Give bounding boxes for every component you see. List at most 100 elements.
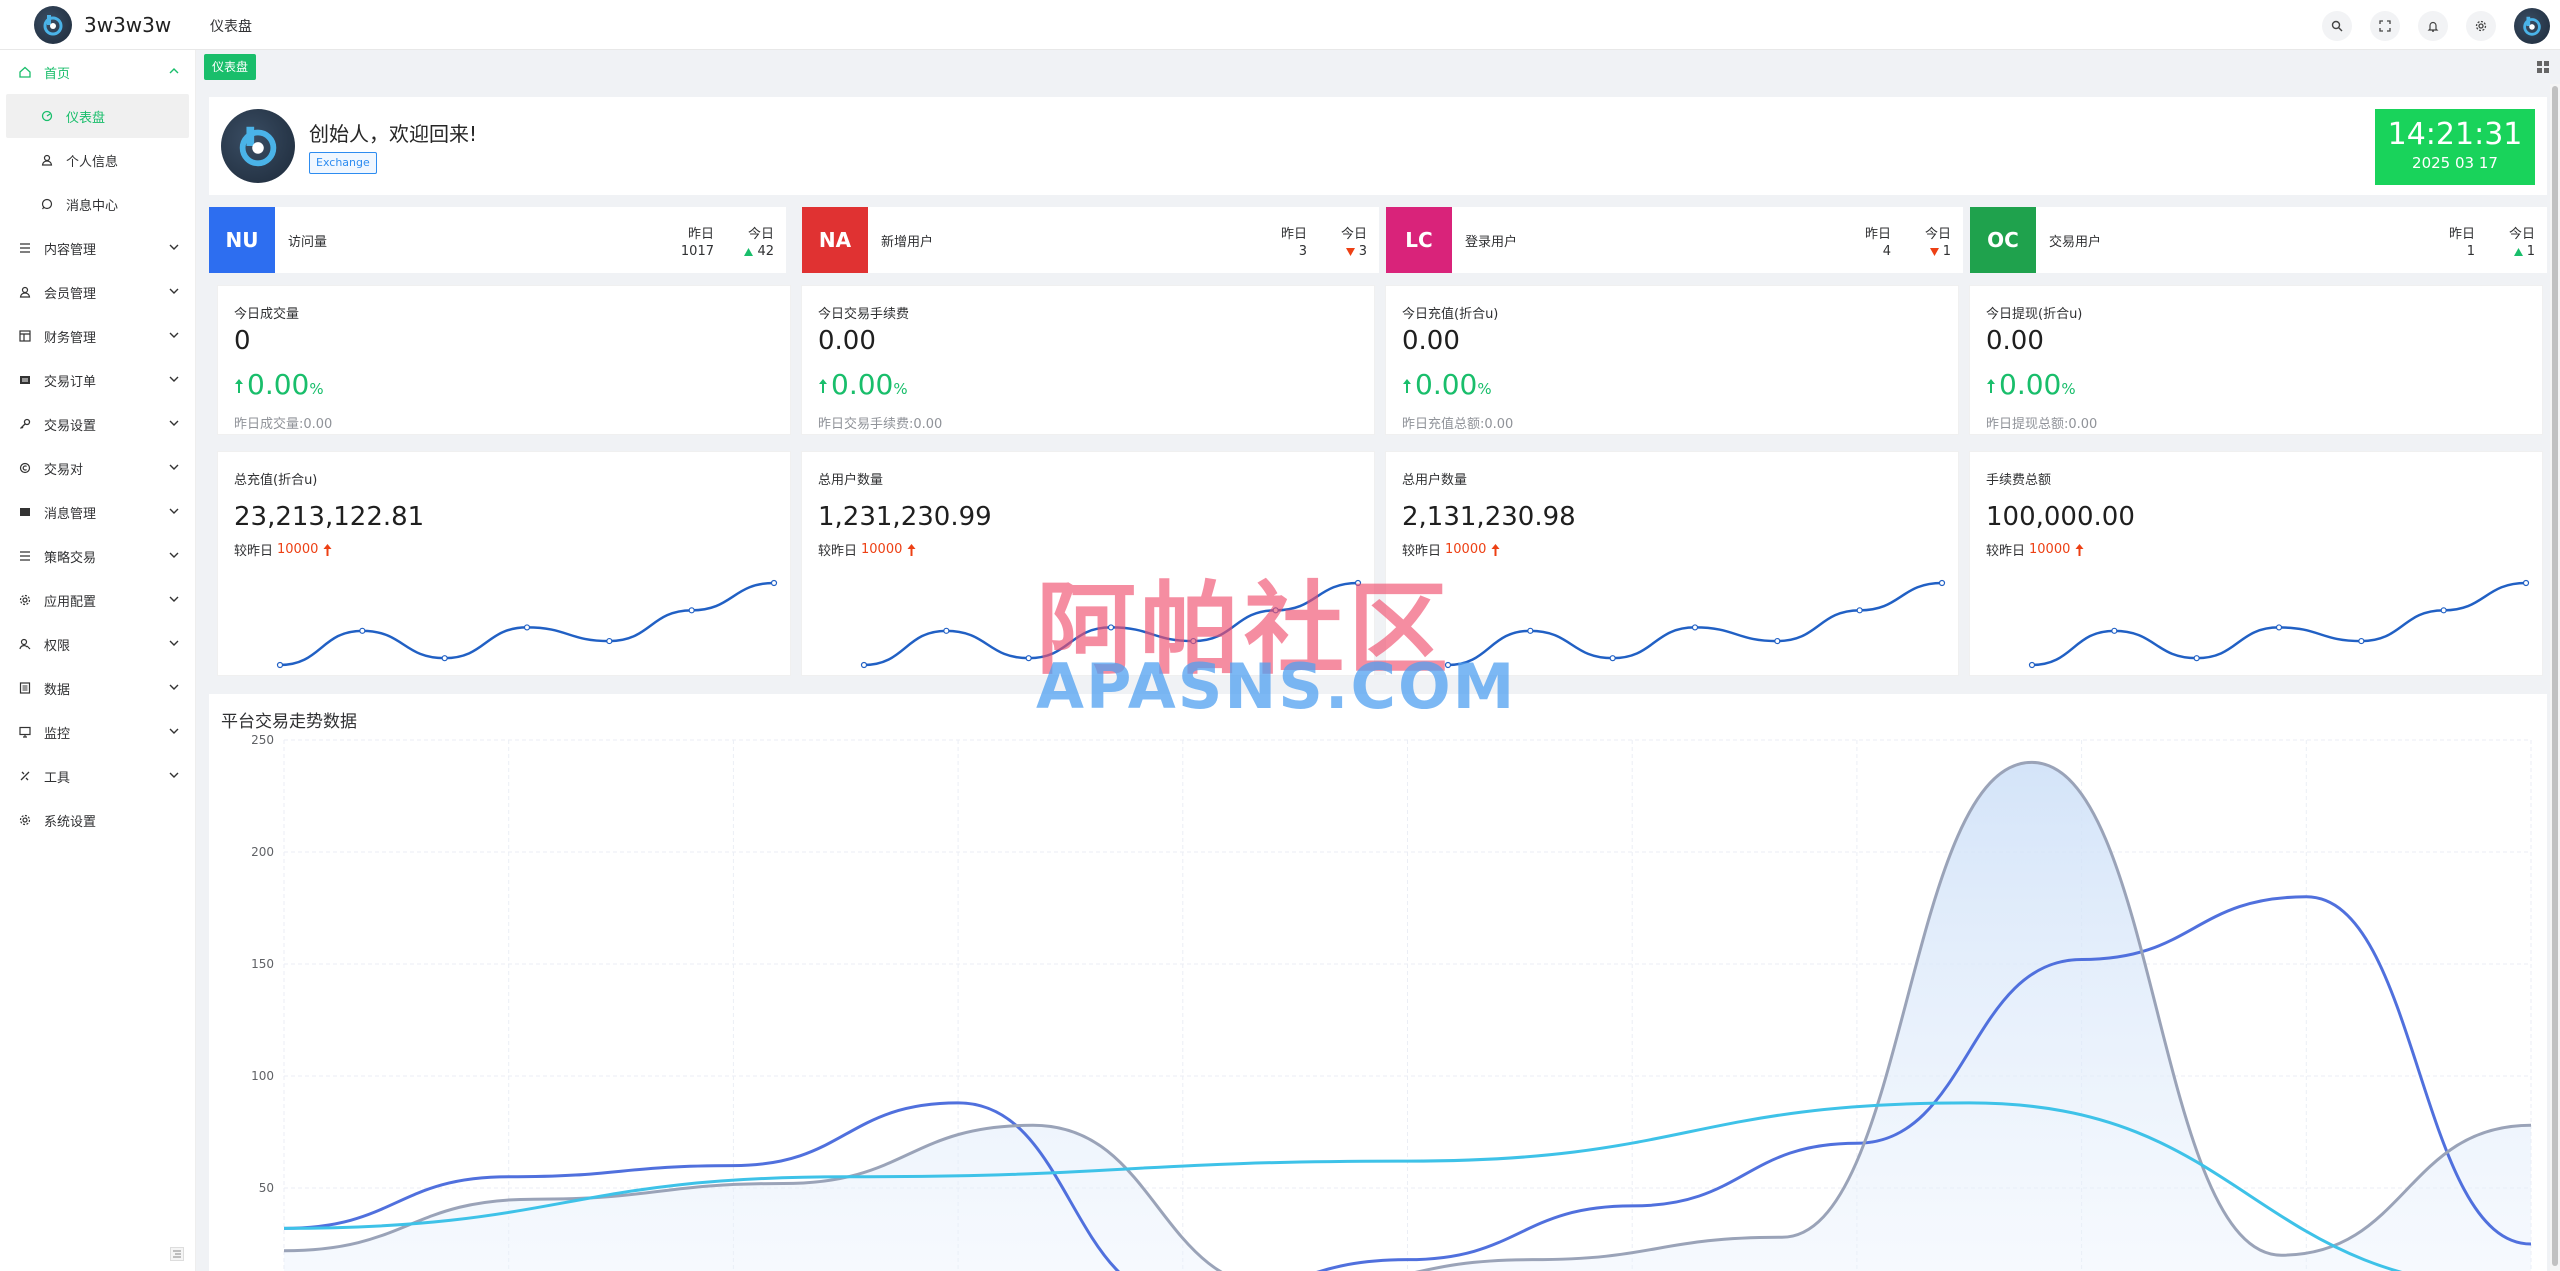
- chevron-down-icon: [169, 728, 179, 734]
- sidebar-item-app-config[interactable]: 应用配置: [0, 578, 195, 622]
- sidebar-item-label: 消息管理: [44, 506, 97, 522]
- metric-percent: 0.00%: [818, 368, 908, 401]
- sidebar-item-label: 系统设置: [44, 814, 97, 830]
- sidebar-item-label: 交易订单: [44, 374, 97, 390]
- tag-dashboard[interactable]: 仪表盘: [204, 54, 257, 80]
- metric-percent-unit: %: [309, 380, 324, 398]
- stat-yesterday-label: 昨日: [1864, 227, 1891, 242]
- sidebar-item-permissions[interactable]: 权限: [0, 622, 195, 666]
- sidebar-item-profile[interactable]: 个人信息: [0, 138, 195, 182]
- clock-panel: 14:21:31 2025 03 17: [2375, 109, 2535, 185]
- sidebar-item-dashboard[interactable]: 仪表盘: [6, 94, 189, 138]
- sidebar-item-trading-pairs[interactable]: 交易对: [0, 446, 195, 490]
- stat-yesterday-label: 昨日: [687, 227, 714, 242]
- sidebar-item-label: 工具: [44, 770, 71, 786]
- list-icon: [18, 549, 32, 563]
- chevron-down-icon: [169, 420, 179, 426]
- stat-today: 1: [1929, 244, 1951, 259]
- stat-yesterday-value: 3: [1298, 244, 1307, 259]
- sparkline-point: [770, 579, 778, 587]
- sidebar-item-messages[interactable]: 消息中心: [0, 182, 195, 226]
- chevron-down-icon: [169, 552, 179, 558]
- metric-compare-label: 较昨日: [234, 544, 274, 559]
- stat-today-value: 1: [2526, 244, 2535, 259]
- trend-chart: 250 200 150 100 50: [251, 733, 2532, 1271]
- sidebar-item-monitor[interactable]: 监控: [0, 710, 195, 754]
- trend-up-icon: [2513, 247, 2523, 256]
- sparkline-point: [1774, 637, 1781, 645]
- grid-icon[interactable]: [2536, 60, 2550, 74]
- arrow-up-icon: [907, 543, 916, 556]
- metric-label: 今日充值(折合u): [1402, 307, 1499, 322]
- sparkline-series: [2031, 581, 2527, 667]
- sidebar-item-label: 首页: [44, 66, 71, 82]
- sidebar-item-members[interactable]: 会员管理: [0, 270, 195, 314]
- tags-bar: 仪表盘: [200, 52, 2556, 84]
- sidebar-item-label: 交易设置: [44, 418, 97, 434]
- arrow-up-icon: [819, 379, 827, 393]
- sidebar-item-finance[interactable]: 财务管理: [0, 314, 195, 358]
- sidebar-item-strategy[interactable]: 策略交易: [0, 534, 195, 578]
- sidebar-item-label: 数据: [44, 682, 71, 698]
- chevron-down-icon: [169, 772, 179, 778]
- metric-percent-value: 0.00: [1415, 368, 1478, 401]
- chevron-down-icon: [169, 288, 179, 294]
- metric-card: 今日提现(折合u) 0.00 0.00% 昨日提现总额:0.00: [1969, 285, 2543, 435]
- stat-today-label: 今日: [1340, 227, 1367, 242]
- arrow-up-icon: [1491, 543, 1500, 556]
- avatar: [221, 109, 295, 183]
- scrollbar-thumb[interactable]: [2552, 86, 2558, 1266]
- chevron-down-icon: [169, 596, 179, 602]
- search-icon[interactable]: [2322, 11, 2352, 41]
- settings-icon[interactable]: [2466, 11, 2496, 41]
- sidebar-item-trade-settings[interactable]: 交易设置: [0, 402, 195, 446]
- stat-today-label: 今日: [1924, 227, 1951, 242]
- collapse-sidebar-icon[interactable]: [170, 1247, 184, 1261]
- chevron-down-icon: [169, 464, 179, 470]
- logo[interactable]: 3w3w3w: [0, 5, 200, 44]
- bell-icon[interactable]: [2418, 11, 2448, 41]
- sidebar-item-content[interactable]: 内容管理: [0, 226, 195, 270]
- metric-card: 今日充值(折合u) 0.00 0.00% 昨日充值总额:0.00: [1385, 285, 1959, 435]
- sidebar-item-system-settings[interactable]: 系统设置: [0, 798, 195, 842]
- clock-time: 14:21:31: [2387, 117, 2523, 152]
- metric-percent: 0.00%: [234, 368, 324, 401]
- stat-today-value: 3: [1358, 244, 1367, 259]
- sidebar-item-tools[interactable]: 工具: [0, 754, 195, 798]
- sparkline-point: [1691, 624, 1699, 631]
- metric-card: 今日交易手续费 0.00 0.00% 昨日交易手续费:0.00: [801, 285, 1375, 435]
- sidebar-item-label: 会员管理: [44, 286, 97, 302]
- finance-icon: [18, 329, 32, 343]
- metric-label: 今日交易手续费: [818, 307, 910, 322]
- stat-today: 42: [744, 244, 774, 259]
- metric-compare: 较昨日 10000: [234, 540, 332, 559]
- message-icon: [40, 197, 54, 211]
- scrollbar[interactable]: [2550, 84, 2560, 1271]
- avatar[interactable]: [2514, 8, 2550, 44]
- monitor-icon: [18, 725, 32, 739]
- role-badge: Exchange: [309, 152, 377, 174]
- sidebar-item-orders[interactable]: 交易订单: [0, 358, 195, 402]
- metric-compare-value: 10000: [277, 542, 319, 557]
- sidebar-item-data[interactable]: 数据: [0, 666, 195, 710]
- stat-yesterday-value: 1: [2466, 244, 2475, 259]
- sparkline-chart: [2028, 579, 2530, 669]
- metric-compare: 较昨日 10000: [818, 540, 916, 559]
- metric-label: 今日提现(折合u): [1986, 307, 2083, 322]
- mail-icon: [18, 505, 32, 519]
- metric-percent: 0.00%: [1402, 368, 1492, 401]
- sidebar-item-message-mgmt[interactable]: 消息管理: [0, 490, 195, 534]
- stat-card-oc: OC 交易用户 昨日 今日 1 1: [1970, 207, 2547, 273]
- metric-value: 2,131,230.98: [1402, 502, 1576, 532]
- sidebar-item-label: 应用配置: [44, 594, 97, 610]
- metric-label: 总用户数量: [818, 473, 884, 488]
- sparkline-point: [1856, 607, 1863, 614]
- fullscreen-icon[interactable]: [2370, 11, 2400, 41]
- chevron-down-icon: [169, 684, 179, 690]
- stat-card-lc: LC 登录用户 昨日 今日 4 1: [1386, 207, 1963, 273]
- metric-value: 0.00: [818, 326, 876, 356]
- metric-percent-unit: %: [893, 380, 908, 398]
- coin-icon: [18, 461, 32, 475]
- sidebar-item-home[interactable]: 首页: [0, 50, 195, 94]
- metric-footer: 昨日充值总额:0.00: [1402, 417, 1514, 432]
